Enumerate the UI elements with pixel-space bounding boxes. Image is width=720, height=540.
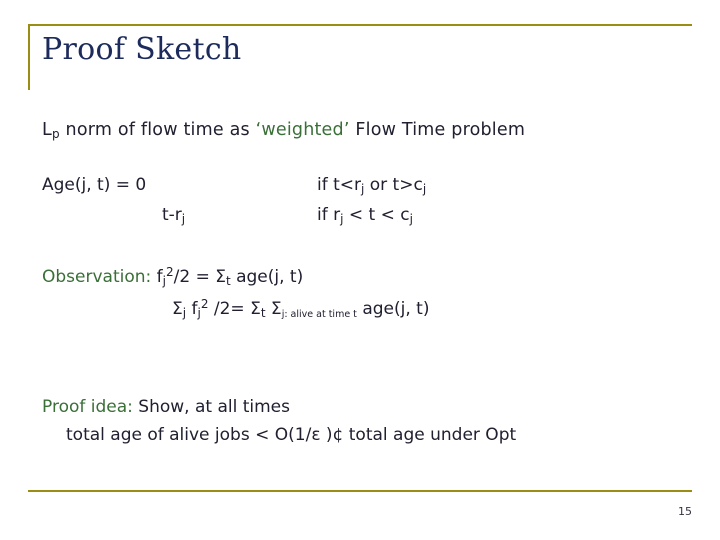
proof-idea-line2: total age of alive jobs < O(1/ε )¢ total… bbox=[66, 425, 692, 445]
observation-l1-a: f bbox=[151, 267, 163, 287]
norm-statement-mid: norm of flow time as bbox=[59, 120, 256, 140]
observation-l2-e: age(j, t) bbox=[356, 299, 430, 319]
age-definition-case1-left: Age(j, t) = 0 bbox=[42, 175, 147, 195]
age-cond1-sub2: j bbox=[422, 182, 427, 196]
proof-idea-l2-a: total age of alive jobs < O(1/ bbox=[66, 425, 312, 445]
norm-statement-prefix: L bbox=[42, 120, 52, 140]
observation-l2-d: Σ bbox=[265, 299, 282, 319]
age-cond2-sub2: j bbox=[409, 212, 413, 226]
observation-l1-b: /2 = Σ bbox=[173, 267, 226, 287]
age-cond2-b: < t < c bbox=[343, 205, 410, 225]
observation-label: Observation: bbox=[42, 267, 152, 287]
observation-l2-a: Σ bbox=[172, 299, 183, 319]
title-left-rule bbox=[28, 24, 30, 90]
proof-idea: Proof idea: Show, at all times total age… bbox=[42, 397, 692, 445]
observation-l2-c: /2= Σ bbox=[208, 299, 261, 319]
observation-line2: Σj fj2 /2= Σt Σj: alive at time t age(j,… bbox=[172, 297, 429, 320]
observation-l1-sup: 2 bbox=[165, 265, 174, 279]
age-cond2-a: if r bbox=[317, 205, 341, 225]
age-cond1-b: or t>c bbox=[364, 175, 423, 195]
norm-statement: Lp norm of flow time as ‘weighted’ Flow … bbox=[42, 120, 692, 141]
proof-idea-l1-text: Show, at all times bbox=[132, 397, 290, 417]
age-definition-case2-condition: if rj < t < cj bbox=[317, 205, 413, 226]
age-cond1-a: if t<r bbox=[317, 175, 362, 195]
age-case2-subscript: j bbox=[181, 212, 186, 226]
proof-idea-l2-b: )¢ total age under Opt bbox=[320, 425, 517, 445]
age-definition-case2-left: t-rj bbox=[162, 205, 185, 226]
observation: Observation: fj2/2 = Σt age(j, t) Σj fj2… bbox=[42, 265, 692, 335]
norm-statement-suffix: Flow Time problem bbox=[349, 120, 526, 140]
norm-statement-subscript: p bbox=[51, 127, 60, 141]
page-number: 15 bbox=[678, 505, 692, 518]
observation-l2-sub4: j: alive at time t bbox=[281, 309, 357, 320]
observation-line1: Observation: fj2/2 = Σt age(j, t) bbox=[42, 265, 303, 288]
age-definition: Age(j, t) = 0 t-rj if t<rj or t>cj if rj… bbox=[42, 175, 692, 237]
observation-l1-c: age(j, t) bbox=[230, 267, 304, 287]
observation-l2-b: f bbox=[186, 299, 198, 319]
title-top-rule bbox=[28, 24, 692, 26]
proof-idea-label: Proof idea: bbox=[42, 397, 133, 417]
age-definition-case1-condition: if t<rj or t>cj bbox=[317, 175, 426, 196]
age-case2-expr: t-r bbox=[162, 205, 182, 225]
footer-rule bbox=[28, 490, 692, 492]
proof-idea-epsilon: ε bbox=[311, 425, 321, 445]
slide-body: Lp norm of flow time as ‘weighted’ Flow … bbox=[42, 120, 692, 445]
weighted-highlight: ‘weighted’ bbox=[255, 120, 350, 140]
proof-idea-line1: Proof idea: Show, at all times bbox=[42, 397, 692, 417]
slide: Proof Sketch Lp norm of flow time as ‘we… bbox=[0, 0, 720, 540]
page-title: Proof Sketch bbox=[42, 32, 242, 67]
